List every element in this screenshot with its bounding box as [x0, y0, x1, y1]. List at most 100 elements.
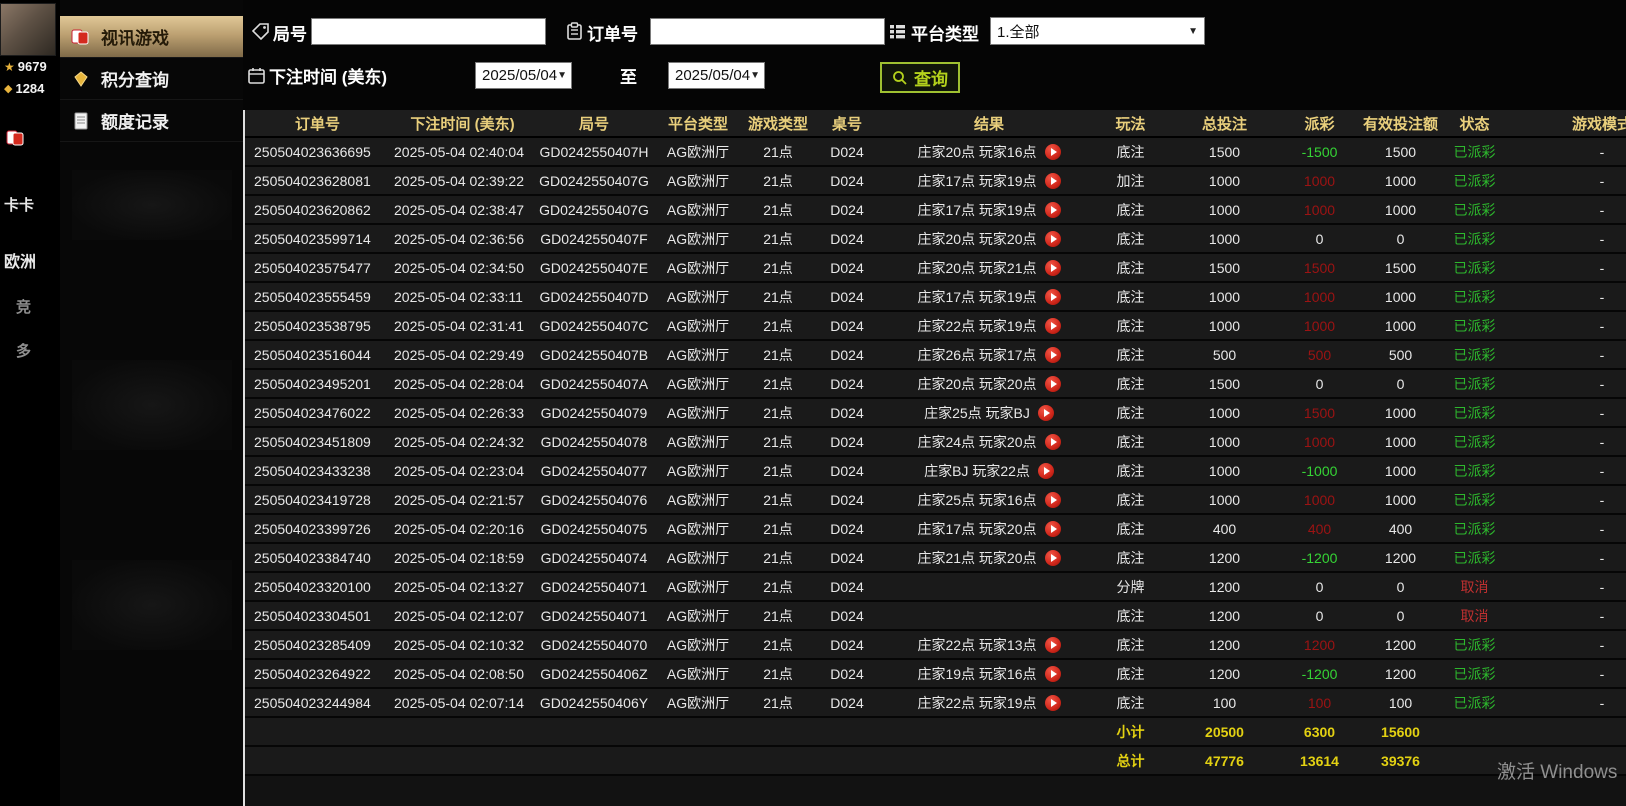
gem-icon — [70, 69, 92, 89]
cell-table-no: D024 — [830, 636, 864, 653]
cell-game-type: 21点 — [763, 665, 793, 682]
replay-play-icon[interactable] — [1037, 462, 1054, 479]
cell-order-id: 250504023575477 — [254, 259, 371, 276]
clipboard-icon — [567, 22, 582, 40]
cell-status: 已派彩 — [1453, 143, 1496, 160]
summary-cell — [1502, 718, 1626, 745]
platform-type-select[interactable]: 1.全部 ▼ — [990, 17, 1205, 45]
replay-play-icon[interactable] — [1044, 259, 1061, 276]
cell-payout: 1000 — [1303, 433, 1336, 450]
replay-play-icon[interactable] — [1044, 201, 1061, 218]
cell-result: 庄家17点 玩家20点 — [881, 515, 1097, 542]
main-content: 局号 订单号 平台类型 1.全部 ▼ 下注时间 (美东) 2025/05/04 — [243, 0, 1626, 806]
replay-play-icon[interactable] — [1044, 143, 1061, 160]
cell-total-bet: 1000 — [1208, 404, 1241, 421]
replay-play-icon[interactable] — [1044, 694, 1061, 711]
cell-valid-bet: 1000 — [1384, 462, 1417, 479]
cell-status: 已派彩 — [1453, 375, 1496, 392]
cell-game-mode: - — [1599, 288, 1605, 305]
cell-payout: 1200 — [1303, 636, 1336, 653]
column-header: 下注时间 (美东) — [410, 115, 515, 133]
cell-round-id: GD0242550407G — [539, 201, 649, 218]
cell-game-type: 21点 — [763, 346, 793, 363]
result-text: 庄家22点 玩家13点 — [917, 636, 1037, 653]
replay-play-icon[interactable] — [1044, 636, 1061, 653]
cell-round-id: GD0242550407B — [539, 346, 649, 363]
cell-round-id: GD0242550407H — [539, 143, 649, 160]
cell-valid-bet: 1500 — [1384, 143, 1417, 160]
cell-play-type: 底注 — [1116, 346, 1145, 363]
table-row: 250504023451809 2025-05-04 02:24:32 GD0242… — [245, 428, 1626, 457]
cell-valid-bet: 1000 — [1384, 172, 1417, 189]
result-text: 庄家20点 玩家16点 — [917, 143, 1037, 160]
cell-time: 2025-05-04 02:38:47 — [394, 201, 524, 218]
result-text: 庄家17点 玩家19点 — [917, 172, 1037, 189]
cell-total-bet: 1200 — [1208, 607, 1241, 624]
date-from-select[interactable]: 2025/05/04 ▼ — [475, 62, 572, 89]
cell-total-bet: 400 — [1212, 520, 1237, 537]
sidebar-item-video-games[interactable]: 视讯游戏 — [60, 16, 243, 58]
replay-play-icon[interactable] — [1044, 665, 1061, 682]
cell-valid-bet: 1000 — [1384, 288, 1417, 305]
cell-play-type: 底注 — [1116, 462, 1145, 479]
replay-play-icon[interactable] — [1044, 288, 1061, 305]
replay-play-icon[interactable] — [1037, 404, 1054, 421]
table-row: 250504023620862 2025-05-04 02:38:47 GD0242… — [245, 196, 1626, 225]
replay-play-icon[interactable] — [1044, 172, 1061, 189]
table-row: 250504023516044 2025-05-04 02:29:49 GD0242… — [245, 341, 1626, 370]
playing-cards-icon — [70, 27, 92, 47]
cell-result — [881, 602, 1097, 629]
date-to-select[interactable]: 2025/05/04 ▼ — [668, 62, 765, 89]
replay-play-icon[interactable] — [1044, 549, 1061, 566]
replay-play-icon[interactable] — [1044, 317, 1061, 334]
table-row: 250504023628081 2025-05-04 02:39:22 GD0242… — [245, 167, 1626, 196]
cell-time: 2025-05-04 02:10:32 — [394, 636, 524, 653]
cell-order-id: 250504023264922 — [254, 665, 371, 682]
sidebar-item-quota-records[interactable]: 额度记录 — [60, 100, 243, 142]
table-row: 250504023433238 2025-05-04 02:23:04 GD0242… — [245, 457, 1626, 486]
cell-game-mode: - — [1599, 346, 1605, 363]
background-text-fragment: 欧洲 — [4, 254, 37, 271]
table-row: 250504023599714 2025-05-04 02:36:56 GD0242… — [245, 225, 1626, 254]
cell-play-type: 底注 — [1116, 433, 1145, 450]
cell-result: 庄家25点 玩家16点 — [881, 486, 1097, 513]
summary-cell — [245, 747, 390, 774]
cell-game-mode: - — [1599, 172, 1605, 189]
avatar[interactable] — [0, 3, 56, 56]
cell-result: 庄家21点 玩家20点 — [881, 544, 1097, 571]
round-input[interactable] — [311, 18, 546, 45]
column-header: 结果 — [973, 115, 1004, 133]
sidebar-item-points-query[interactable]: 积分查询 — [60, 58, 243, 100]
cell-order-id: 250504023636695 — [254, 143, 371, 160]
replay-play-icon[interactable] — [1044, 433, 1061, 450]
cell-order-id: 250504023516044 — [254, 346, 371, 363]
summary-cell — [653, 747, 743, 774]
date-from-value: 2025/05/04 — [482, 67, 558, 84]
result-text: 庄家24点 玩家20点 — [917, 433, 1037, 450]
cell-status: 已派彩 — [1453, 201, 1496, 218]
cell-status: 取消 — [1460, 578, 1489, 595]
replay-play-icon[interactable] — [1044, 230, 1061, 247]
cell-round-id: GD02425504070 — [540, 636, 648, 653]
summary-row: 小计 20500 6300 15600 — [245, 718, 1626, 747]
cell-time: 2025-05-04 02:33:11 — [394, 288, 523, 305]
cell-game-type: 21点 — [763, 607, 793, 624]
cell-valid-bet: 1500 — [1384, 259, 1417, 276]
cell-time: 2025-05-04 02:28:04 — [394, 375, 524, 392]
replay-play-icon[interactable] — [1044, 520, 1061, 537]
table-row: 250504023575477 2025-05-04 02:34:50 GD0242… — [245, 254, 1626, 283]
replay-play-icon[interactable] — [1044, 346, 1061, 363]
order-number-input[interactable] — [650, 18, 885, 45]
coin-value: 9679 — [17, 59, 47, 74]
cell-total-bet: 1000 — [1208, 172, 1241, 189]
cell-table-no: D024 — [830, 230, 864, 247]
cell-play-type: 底注 — [1116, 404, 1145, 421]
cell-payout: -1000 — [1301, 462, 1338, 479]
replay-play-icon[interactable] — [1044, 375, 1061, 392]
activate-windows-watermark: 激活 Windows — [1497, 762, 1618, 783]
cell-game-type: 21点 — [763, 375, 793, 392]
search-button[interactable]: 查询 — [880, 62, 960, 93]
replay-play-icon[interactable] — [1044, 491, 1061, 508]
cell-time: 2025-05-04 02:18:59 — [394, 549, 524, 566]
cell-game-type: 21点 — [763, 230, 793, 247]
